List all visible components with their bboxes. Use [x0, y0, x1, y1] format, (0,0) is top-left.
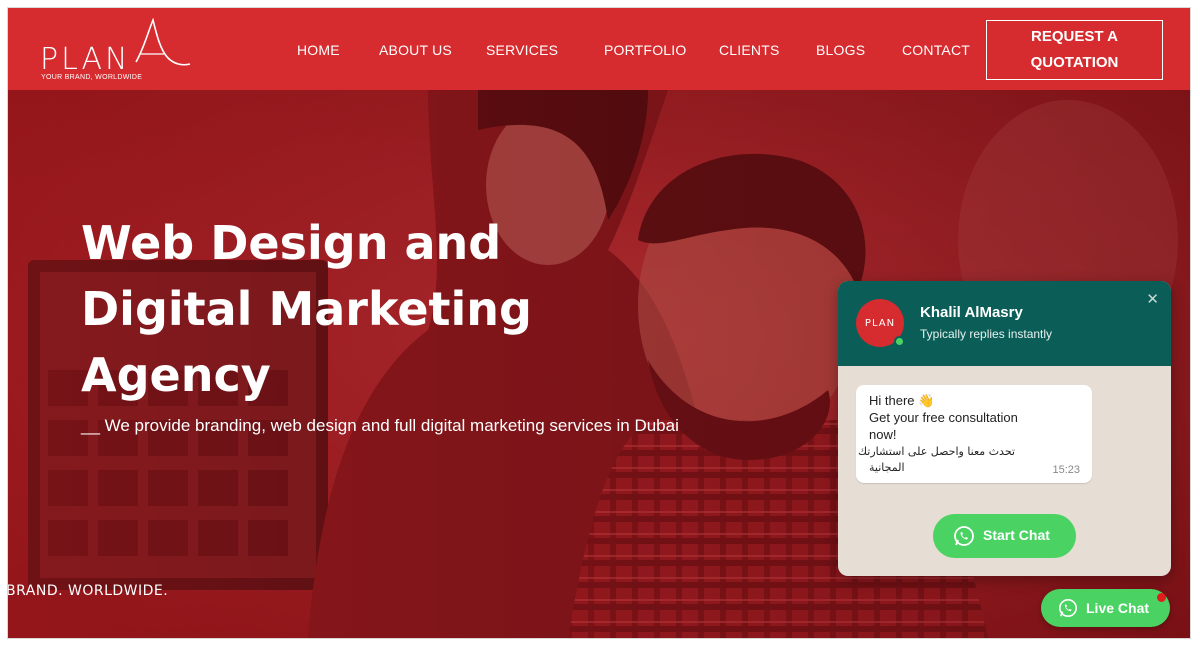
site-header: PLAN YOUR BRAND, WORLDWIDE HOME ABOUT US…	[8, 8, 1190, 90]
nav-blogs[interactable]: BLOGS	[816, 42, 865, 58]
start-chat-label: Start Chat	[983, 527, 1050, 543]
request-quotation-line1: REQUEST A	[1031, 28, 1118, 45]
request-quotation-line2: QUOTATION	[1030, 54, 1119, 71]
hero-tagline: BRAND. WORLDWIDE.	[8, 583, 169, 599]
hero-subtitle: __ We provide branding, web design and f…	[81, 416, 679, 435]
close-icon[interactable]: ✕	[1146, 290, 1159, 308]
nav-portfolio[interactable]: PORTFOLIO	[604, 42, 686, 58]
hero-title: Web Design and Digital Marketing Agency	[81, 210, 601, 408]
message-bubble: Hi there 👋 Get your free consultation no…	[856, 385, 1092, 483]
nav-about-us[interactable]: ABOUT US	[379, 42, 452, 58]
message-arabic: المجانية	[869, 461, 905, 474]
agent-name: Khalil AlMasry	[920, 304, 1023, 321]
nav-services[interactable]: SERVICES	[486, 42, 558, 58]
hero-title-line3: Agency	[81, 348, 271, 402]
online-status-dot	[894, 336, 905, 347]
message-line: Get your free consultation	[869, 410, 1018, 425]
nav-contact[interactable]: CONTACT	[902, 42, 970, 58]
message-greeting: Hi there 👋	[869, 393, 935, 408]
nav-home[interactable]: HOME	[297, 42, 340, 58]
chat-header: PLAN Khalil AlMasry Typically replies in…	[838, 281, 1171, 366]
start-chat-button[interactable]: Start Chat	[933, 514, 1076, 558]
whatsapp-icon	[1059, 599, 1077, 617]
agent-status: Typically replies instantly	[920, 327, 1053, 341]
chat-body: Hi there 👋 Get your free consultation no…	[838, 366, 1171, 576]
hero-title-line2: Digital Marketing	[81, 282, 532, 336]
browser-viewport: PLAN YOUR BRAND, WORLDWIDE HOME ABOUT US…	[8, 8, 1190, 638]
whatsapp-chat-widget: PLAN Khalil AlMasry Typically replies in…	[838, 281, 1171, 576]
live-chat-button[interactable]: Live Chat	[1041, 589, 1170, 627]
message-arabic: تحدث معنا واحصل على استشارتك	[858, 445, 1015, 458]
notification-dot	[1157, 593, 1166, 602]
nav-clients[interactable]: CLIENTS	[719, 42, 780, 58]
message-time: 15:23	[1052, 464, 1080, 476]
message-line: now!	[869, 427, 897, 442]
request-quotation-button[interactable]: REQUEST A QUOTATION	[986, 20, 1163, 80]
live-chat-label: Live Chat	[1086, 600, 1150, 616]
whatsapp-icon	[954, 526, 974, 546]
hero-title-line1: Web Design and	[81, 216, 502, 270]
agent-avatar-text: PLAN	[864, 317, 896, 329]
